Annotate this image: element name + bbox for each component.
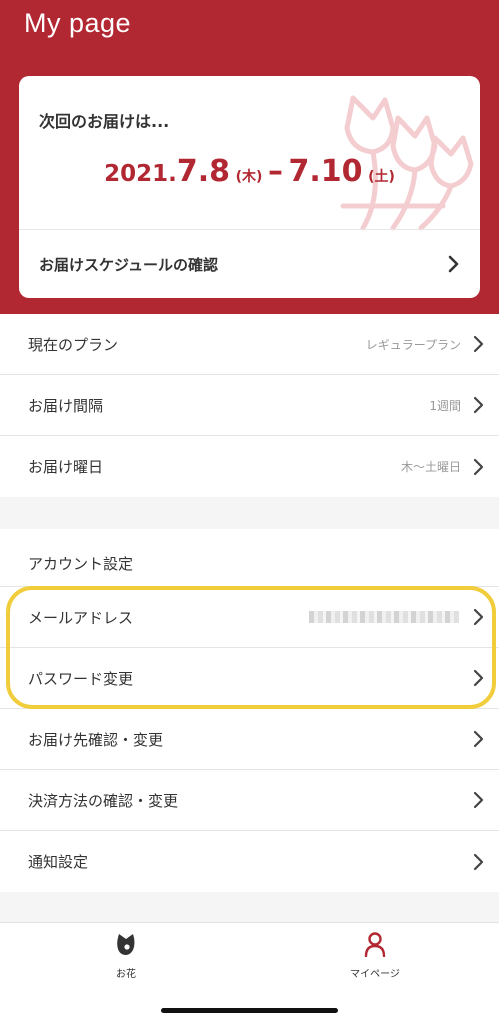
row-password[interactable]: パスワード変更 xyxy=(0,648,499,709)
home-indicator xyxy=(161,1008,338,1013)
chevron-right-icon xyxy=(473,853,485,871)
schedule-link[interactable]: お届けスケジュールの確認 xyxy=(19,230,480,298)
masked-email-value xyxy=(309,611,459,623)
chevron-right-icon xyxy=(448,255,460,273)
delivery-start-date: 7.8 xyxy=(176,154,230,189)
delivery-year: 2021. xyxy=(104,161,177,187)
next-delivery-card: 次回のお届けは... 2021.7.8 (木) – 7.10 (土) お届けスケ… xyxy=(19,76,480,298)
delivery-start-weekday: (木) xyxy=(235,169,263,185)
row-value: レギュラープラン xyxy=(365,337,461,352)
chevron-right-icon xyxy=(473,396,485,414)
date-separator: – xyxy=(267,154,283,189)
tab-mypage[interactable]: マイページ xyxy=(325,931,425,980)
page-title: My page xyxy=(24,8,132,38)
tab-label: マイページ xyxy=(350,969,400,980)
schedule-link-label: お届けスケジュールの確認 xyxy=(39,255,218,274)
account-section-title: アカウント設定 xyxy=(28,555,134,573)
row-notifications[interactable]: 通知設定 xyxy=(0,831,499,892)
row-payment-method[interactable]: 決済方法の確認・変更 xyxy=(0,770,499,831)
row-delivery-address[interactable]: お届け先確認・変更 xyxy=(0,709,499,770)
chevron-right-icon xyxy=(473,791,485,809)
chevron-right-icon xyxy=(473,669,485,687)
row-label: お届け間隔 xyxy=(28,396,104,415)
row-delivery-interval[interactable]: お届け間隔 1週間 xyxy=(0,375,499,436)
row-value: 木〜土曜日 xyxy=(400,460,461,474)
chevron-right-icon xyxy=(473,335,485,353)
row-value: 1週間 xyxy=(429,398,461,413)
row-delivery-weekday[interactable]: お届け曜日 木〜土曜日 xyxy=(0,436,499,497)
delivery-end-weekday: (土) xyxy=(368,169,395,185)
row-label: 決済方法の確認・変更 xyxy=(28,791,179,810)
delivery-date-range: 2021.7.8 (木) – 7.10 (土) xyxy=(19,154,480,189)
row-label: メールアドレス xyxy=(28,608,134,627)
plan-list: 現在のプラン レギュラープラン お届け間隔 1週間 お届け曜日 木〜土曜日 xyxy=(0,314,499,497)
chevron-right-icon xyxy=(473,458,485,476)
chevron-right-icon xyxy=(473,730,485,748)
next-delivery-label: 次回のお届けは... xyxy=(39,112,170,131)
row-label: パスワード変更 xyxy=(28,669,134,688)
row-email[interactable]: メールアドレス xyxy=(0,587,499,648)
row-label: 通知設定 xyxy=(28,853,89,871)
row-current-plan[interactable]: 現在のプラン レギュラープラン xyxy=(0,314,499,375)
chevron-right-icon xyxy=(473,608,485,626)
flower-icon xyxy=(117,934,135,955)
person-icon xyxy=(364,932,386,958)
row-label: お届け先確認・変更 xyxy=(28,730,164,749)
row-label: お届け曜日 xyxy=(28,458,104,476)
delivery-end-date: 7.10 xyxy=(288,154,363,189)
tab-label: お花 xyxy=(116,969,136,980)
row-label: 現在のプラン xyxy=(28,335,119,354)
account-list: メールアドレス パスワード変更 お届け先確認・変更 決済方法の確認・変更 通知設… xyxy=(0,587,499,892)
tab-flower[interactable]: お花 xyxy=(76,931,176,980)
